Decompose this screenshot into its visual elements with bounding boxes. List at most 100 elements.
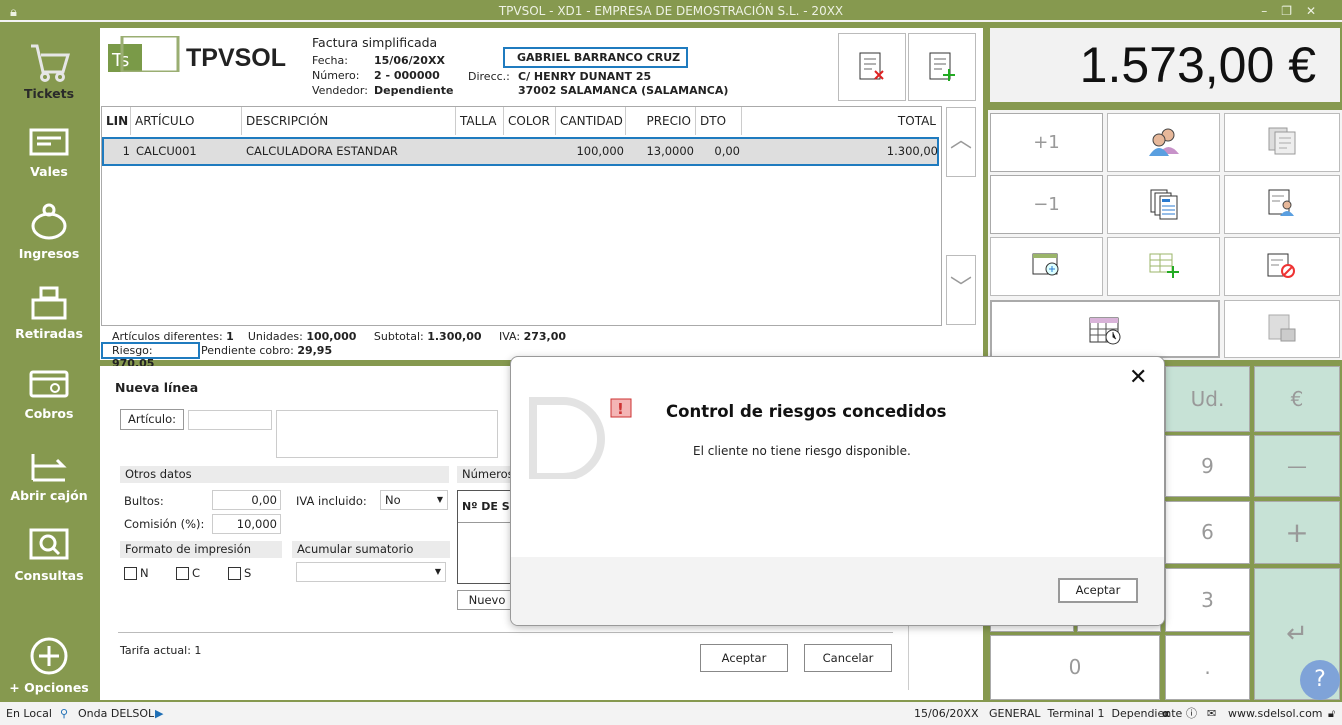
sidebar-options[interactable]: + Opciones: [0, 630, 98, 700]
bultos-input[interactable]: 0,00: [212, 490, 281, 510]
serial-list[interactable]: Nº DE SE: [457, 490, 517, 584]
col-header[interactable]: TALLA: [456, 107, 504, 135]
checkbox[interactable]: [228, 567, 241, 580]
client-name[interactable]: GABRIEL BARRANCO CRUZ: [503, 47, 688, 68]
aceptar-button[interactable]: Aceptar: [700, 644, 788, 672]
bultos-label: Bultos:: [124, 494, 164, 508]
plus-circle-icon: [30, 637, 68, 675]
col-header[interactable]: LIN: [102, 107, 131, 135]
svg-text:TPVSOL: TPVSOL: [186, 44, 286, 72]
customers-button[interactable]: [1107, 113, 1220, 172]
col-header[interactable]: DESCRIPCIÓN: [242, 107, 456, 135]
mail-icon[interactable]: ✉: [1207, 705, 1216, 725]
sidebar-item-retiradas[interactable]: Retiradas: [0, 278, 98, 358]
cell: 1: [122, 144, 130, 158]
comision-input[interactable]: 10,000: [212, 514, 281, 534]
lock-icon[interactable]: 🔒︎: [10, 2, 17, 24]
fecha-value: 15/06/20XX: [374, 54, 445, 67]
save-ticket-button[interactable]: [1224, 300, 1340, 358]
minus-one-button[interactable]: −1: [990, 175, 1103, 234]
sidebar-item-tickets[interactable]: Tickets: [0, 36, 98, 116]
sidebar-label: Ingresos: [18, 246, 80, 261]
value: 273,00: [523, 330, 567, 343]
plus-one-button[interactable]: +1: [990, 113, 1103, 172]
tickets-list-button[interactable]: [1224, 113, 1340, 172]
checkbox-s[interactable]: S: [228, 566, 251, 580]
key-3[interactable]: 3: [1165, 568, 1250, 632]
description-textarea[interactable]: [276, 410, 498, 458]
euro-key[interactable]: €: [1254, 366, 1340, 432]
iva-incluido-select[interactable]: No ▼: [380, 490, 448, 510]
nuevo-button[interactable]: Nuevo: [457, 590, 517, 610]
checkbox[interactable]: [124, 567, 137, 580]
sidebar-item-cobros[interactable]: Cobros: [0, 360, 98, 440]
checkbox-label: C: [192, 566, 201, 580]
plus-key[interactable]: +: [1254, 501, 1340, 564]
ticket-customer-button[interactable]: [1224, 175, 1340, 234]
articulo-input[interactable]: [188, 410, 272, 430]
divider: [118, 632, 893, 633]
minus-key[interactable]: —: [1254, 435, 1340, 497]
key-0[interactable]: 0: [990, 635, 1160, 700]
alpha-icon[interactable]: α: [1162, 705, 1170, 725]
cell: 1.300,00: [886, 144, 938, 158]
sidebar-item-vales[interactable]: Vales: [0, 118, 98, 198]
help-icon[interactable]: ?: [1300, 660, 1340, 700]
col-header[interactable]: ARTÍCULO: [131, 107, 242, 135]
website-link[interactable]: www.sdelsol.com: [1228, 705, 1323, 725]
checkbox-c[interactable]: C: [176, 566, 200, 580]
sidebar-label: Consultas: [14, 568, 84, 583]
value: 1: [226, 330, 234, 343]
cancelar-button[interactable]: Cancelar: [804, 644, 892, 672]
acumular-select[interactable]: ▼: [296, 562, 446, 582]
dialog-message: El cliente no tiene riesgo disponible.: [693, 444, 911, 458]
schedule-button[interactable]: [990, 300, 1220, 358]
delete-ticket-button[interactable]: [838, 33, 906, 101]
play-icon[interactable]: ▶: [155, 705, 163, 725]
close-icon[interactable]: ✕: [1129, 365, 1147, 390]
label: Fecha:: [312, 54, 348, 67]
search-ticket-button[interactable]: [990, 237, 1103, 296]
onda-delsol-link[interactable]: Onda DELSOL: [78, 705, 154, 725]
calendar-clock-icon: [1089, 317, 1121, 345]
label: Unidades:: [247, 330, 303, 343]
articulo-button[interactable]: Artículo:: [120, 409, 184, 430]
documents-button[interactable]: [1107, 175, 1220, 234]
numeros-header: Números: [457, 466, 517, 483]
window-controls[interactable]: –❐✕: [1261, 0, 1330, 22]
table-row[interactable]: 1 CALCU001 CALCULADORA ESTANDAR 100,000 …: [102, 137, 939, 166]
key-9[interactable]: 9: [1165, 435, 1250, 497]
cancel-ticket-button[interactable]: [1224, 237, 1340, 296]
new-ticket-button[interactable]: [908, 33, 976, 101]
col-header[interactable]: DTO 1: [696, 107, 742, 156]
status-terminal: Terminal 1: [1047, 707, 1105, 720]
value: 100,000: [306, 330, 357, 343]
search-document-icon: [1032, 253, 1058, 276]
label: Vendedor:: [312, 84, 368, 97]
sidebar-item-abrir-cajon[interactable]: Abrir cajón: [0, 440, 98, 520]
address-line: C/ HENRY DUNANT 25: [518, 70, 652, 83]
lock-icon[interactable]: 🔓︎: [1328, 705, 1335, 725]
sidebar-item-ingresos[interactable]: Ingresos: [0, 196, 98, 276]
unit-key[interactable]: Ud.: [1165, 366, 1250, 432]
delsol-warning-icon: !: [529, 397, 632, 479]
info-icon[interactable]: ⓘ: [1186, 705, 1197, 725]
col-header[interactable]: TOTAL: [742, 107, 940, 135]
cash-register-icon: [31, 286, 67, 320]
scroll-up-button[interactable]: ︿: [946, 107, 976, 177]
sidebar-item-consultas[interactable]: Consultas: [0, 520, 98, 600]
key-6[interactable]: 6: [1165, 501, 1250, 564]
col-header[interactable]: PRECIO: [626, 107, 696, 135]
sidebar-label: Cobros: [24, 406, 74, 421]
add-line-button[interactable]: [1107, 237, 1220, 296]
col-header[interactable]: COLOR: [504, 107, 556, 135]
decimal-key[interactable]: .: [1165, 635, 1250, 700]
ticket-customer-icon: [1268, 189, 1294, 216]
checkbox-n[interactable]: N: [124, 566, 149, 580]
col-header[interactable]: CANTIDAD: [556, 107, 626, 135]
checkbox[interactable]: [176, 567, 189, 580]
dialog-title: Control de riesgos concedidos: [666, 402, 947, 421]
ticket-add-icon: [929, 52, 955, 81]
dialog-aceptar-button[interactable]: Aceptar: [1058, 578, 1138, 603]
scroll-down-button[interactable]: ﹀: [946, 255, 976, 325]
